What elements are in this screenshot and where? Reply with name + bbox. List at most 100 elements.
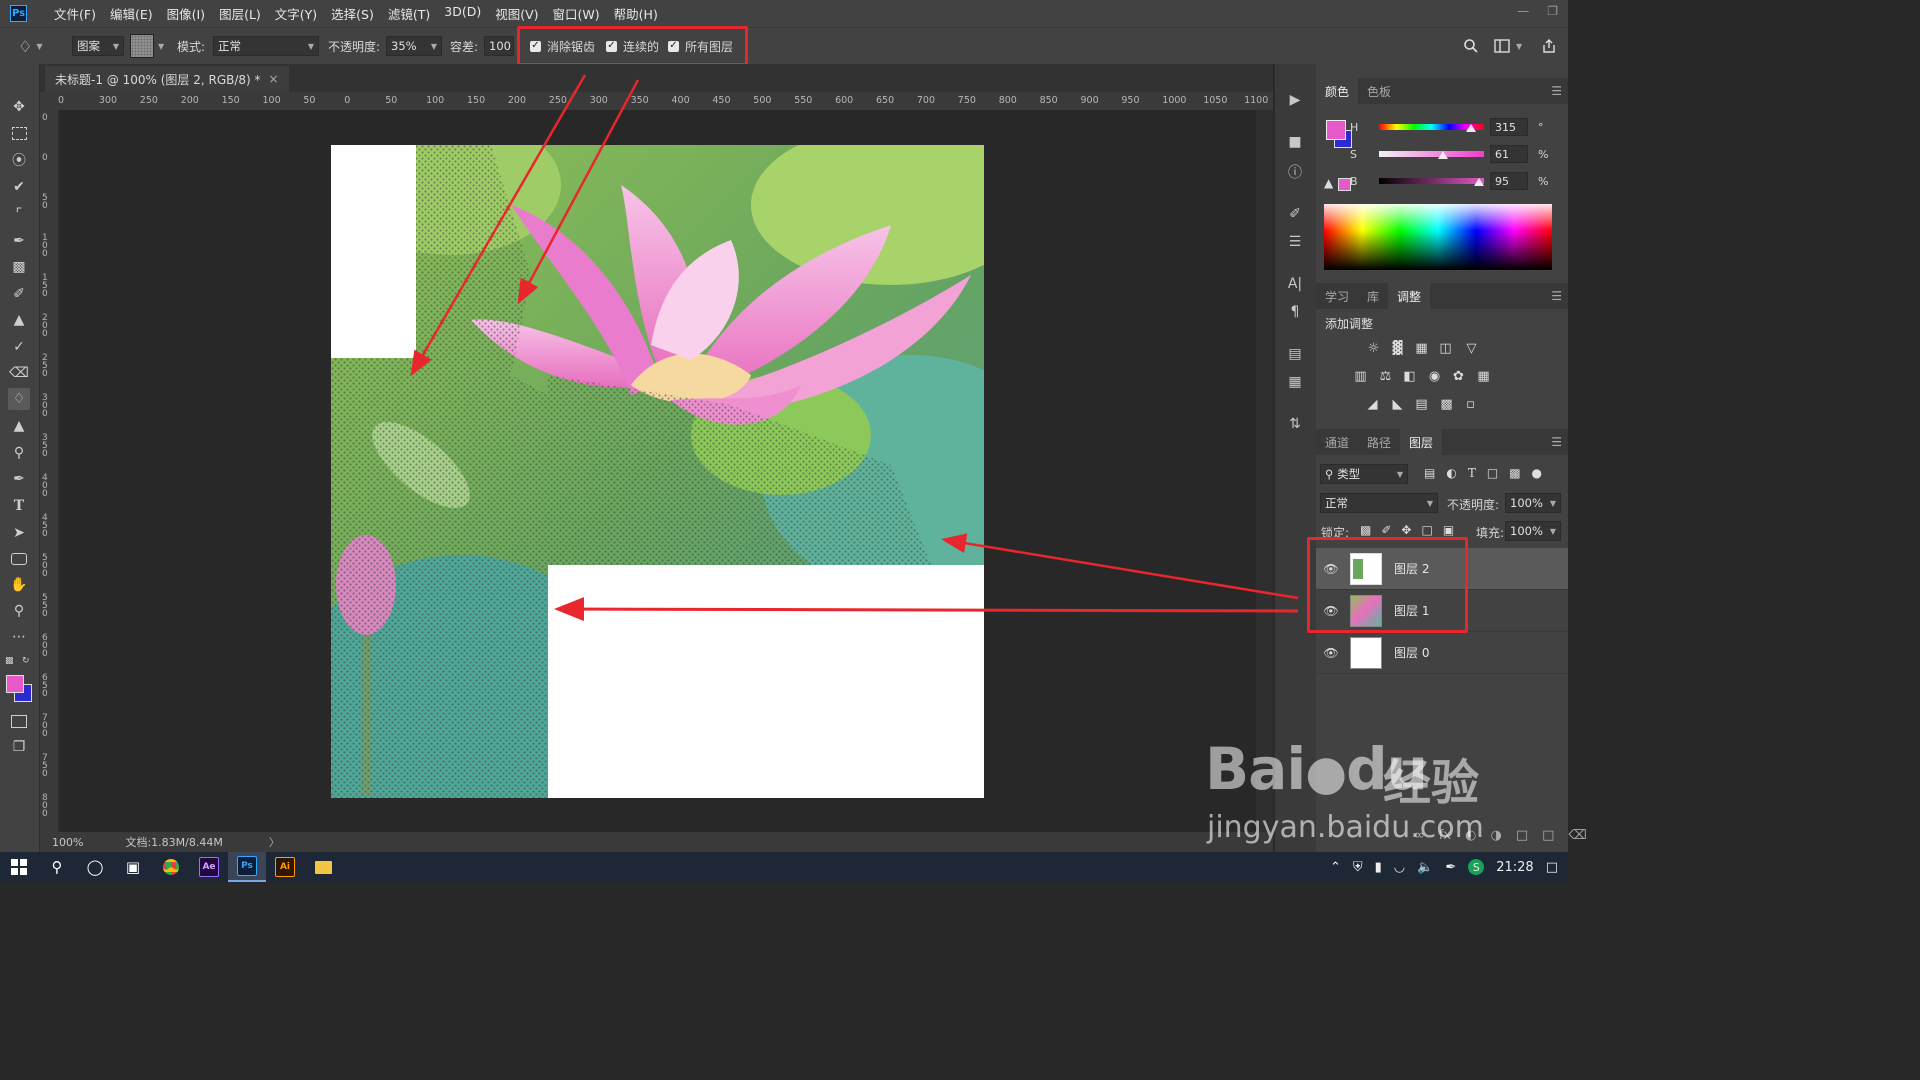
visibility-eye-icon[interactable]: 👁	[1318, 646, 1344, 660]
3d-icon[interactable]: ■	[1285, 132, 1305, 152]
windows-start-icon[interactable]	[0, 852, 38, 882]
color-lookup-icon[interactable]: ▦	[1475, 369, 1492, 384]
crop-tool-icon[interactable]: ⌜	[8, 203, 30, 225]
shape-tool-icon[interactable]	[8, 548, 30, 570]
brightness-thumb[interactable]	[1473, 178, 1484, 186]
menu-file[interactable]: 文件(F)	[47, 4, 103, 23]
vibrance-icon[interactable]: ▽	[1463, 341, 1480, 356]
volume-icon[interactable]: 🔈	[1417, 860, 1433, 875]
search-icon[interactable]: ⚲	[38, 852, 76, 882]
fill-source-select[interactable]: 图案 ▼	[72, 36, 124, 56]
healing-brush-tool-icon[interactable]: ▩	[8, 256, 30, 278]
layer-fill-input[interactable]: 100% ▼	[1505, 521, 1561, 541]
shield-icon[interactable]: ⛨	[1353, 860, 1363, 875]
tab-learn[interactable]: 学习	[1316, 283, 1358, 309]
marquee-tool-icon[interactable]	[8, 122, 30, 144]
filter-shape-icon[interactable]: □	[1487, 466, 1498, 480]
pen-tool-icon[interactable]: ✒	[8, 468, 30, 490]
tab-color[interactable]: 颜色	[1316, 78, 1359, 104]
gamut-warning-icon[interactable]: ▲	[1324, 176, 1333, 190]
more-tools-icon[interactable]: ⋯	[8, 626, 30, 648]
play-icon[interactable]: ▶	[1285, 90, 1305, 110]
task-view-icon[interactable]: ▣	[114, 852, 152, 882]
notes-icon[interactable]: ▦	[1285, 372, 1305, 392]
menu-view[interactable]: 视图(V)	[488, 4, 545, 23]
menu-select[interactable]: 选择(S)	[324, 4, 381, 23]
black-white-icon[interactable]: ◧	[1401, 369, 1418, 384]
lock-pixels-icon[interactable]: ✐	[1381, 523, 1391, 537]
hue-sat-icon[interactable]: ▥	[1352, 369, 1369, 384]
layer-row-0[interactable]: 👁 图层 0	[1316, 632, 1568, 674]
file-explorer-icon[interactable]	[304, 852, 342, 882]
adjustments-sliders-icon[interactable]: ☰	[1285, 232, 1305, 252]
paint-bucket-tool-preset[interactable]: ♢ ▼	[18, 28, 43, 64]
chrome-icon[interactable]	[152, 852, 190, 882]
history-brush-tool-icon[interactable]: ✓	[8, 336, 30, 358]
brightness-track[interactable]	[1379, 178, 1484, 184]
brightness-value[interactable]: 95	[1490, 172, 1528, 190]
brightness-icon[interactable]: ☼	[1365, 341, 1382, 356]
saturation-value[interactable]: 61	[1490, 145, 1528, 163]
hand-tool-icon[interactable]: ✋	[8, 574, 30, 596]
history-icon[interactable]: ⇅	[1285, 414, 1305, 434]
tab-paths[interactable]: 路径	[1358, 429, 1400, 455]
document-tab[interactable]: 未标题-1 @ 100% (图层 2, RGB/8) * ×	[45, 66, 289, 92]
exposure-icon[interactable]: ◫	[1437, 341, 1454, 356]
filter-type-icon[interactable]: T	[1468, 466, 1476, 480]
pen-icon[interactable]: ✒	[1445, 860, 1456, 875]
color-spectrum[interactable]	[1324, 204, 1552, 270]
default-colors-icon[interactable]: ▩	[5, 656, 14, 666]
eraser-tool-icon[interactable]: ⌫	[8, 362, 30, 384]
screen-mode-icon[interactable]: ❐	[8, 736, 30, 758]
blur-tool-icon[interactable]: ▲	[8, 415, 30, 437]
channel-mixer-icon[interactable]: ✿	[1450, 369, 1467, 384]
invert-icon[interactable]: ◢	[1364, 397, 1381, 412]
menu-window[interactable]: 窗口(W)	[546, 4, 607, 23]
restore-icon[interactable]: ❐	[1547, 4, 1558, 18]
menu-help[interactable]: 帮助(H)	[607, 4, 665, 23]
properties-icon[interactable]: ▤	[1285, 344, 1305, 364]
tab-adjustments[interactable]: 调整	[1388, 283, 1431, 309]
info-icon[interactable]: ⓘ	[1285, 162, 1305, 182]
document-canvas[interactable]	[331, 145, 984, 798]
lasso-tool-icon[interactable]: ⦿	[8, 149, 30, 171]
workspace-icon[interactable]: ▼	[1494, 28, 1522, 64]
opacity-input[interactable]: 35% ▼	[386, 36, 443, 56]
gradient-map-icon[interactable]: ▫	[1462, 397, 1479, 412]
ime-icon[interactable]: S	[1468, 859, 1485, 875]
cortana-icon[interactable]: ◯	[76, 852, 114, 882]
battery-icon[interactable]: ▮	[1375, 860, 1382, 875]
tray-expand-icon[interactable]: ⌃	[1330, 860, 1341, 875]
swap-colors-icon[interactable]: ↻	[22, 656, 30, 666]
quick-mask-icon[interactable]	[8, 710, 30, 732]
quick-select-tool-icon[interactable]: ✔	[8, 176, 30, 198]
new-group-icon[interactable]: □	[1516, 828, 1528, 843]
notification-icon[interactable]: □	[1546, 860, 1558, 875]
filter-smart-icon[interactable]: ▩	[1509, 466, 1520, 480]
delete-layer-icon[interactable]: ⌫	[1568, 828, 1586, 843]
filter-toggle-icon[interactable]: ●	[1532, 466, 1542, 480]
path-select-tool-icon[interactable]: ➤	[8, 522, 30, 544]
layer-filter-select[interactable]: ⚲ 类型 ▼	[1320, 464, 1408, 484]
brightness-slider[interactable]: B 95 %	[1350, 170, 1574, 192]
minimize-icon[interactable]: —	[1517, 4, 1529, 18]
move-tool-icon[interactable]: ✥	[8, 96, 30, 118]
paragraph-icon[interactable]: ¶	[1285, 302, 1305, 322]
saturation-slider[interactable]: S 61 %	[1350, 143, 1574, 165]
search-icon[interactable]	[1463, 28, 1479, 64]
threshold-icon[interactable]: ▤	[1413, 397, 1430, 412]
tab-channels[interactable]: 通道	[1316, 429, 1358, 455]
menu-edit[interactable]: 编辑(E)	[103, 4, 160, 23]
eyedropper-tool-icon[interactable]: ✒	[8, 230, 30, 252]
brush-settings-icon[interactable]: ✐	[1285, 204, 1305, 224]
status-expand-icon[interactable]: 〉	[269, 834, 280, 850]
menu-layer[interactable]: 图层(L)	[212, 4, 268, 23]
foreground-color-swatch[interactable]	[6, 675, 24, 693]
levels-icon[interactable]: ▓	[1389, 341, 1406, 356]
tab-swatches[interactable]: 色板	[1358, 78, 1400, 104]
share-icon[interactable]	[1541, 28, 1557, 64]
clock-time[interactable]: 21:28	[1496, 860, 1533, 875]
hue-value[interactable]: 315	[1490, 118, 1528, 136]
hue-thumb[interactable]	[1465, 124, 1476, 132]
panel-menu-icon[interactable]: ☰	[1551, 84, 1562, 98]
